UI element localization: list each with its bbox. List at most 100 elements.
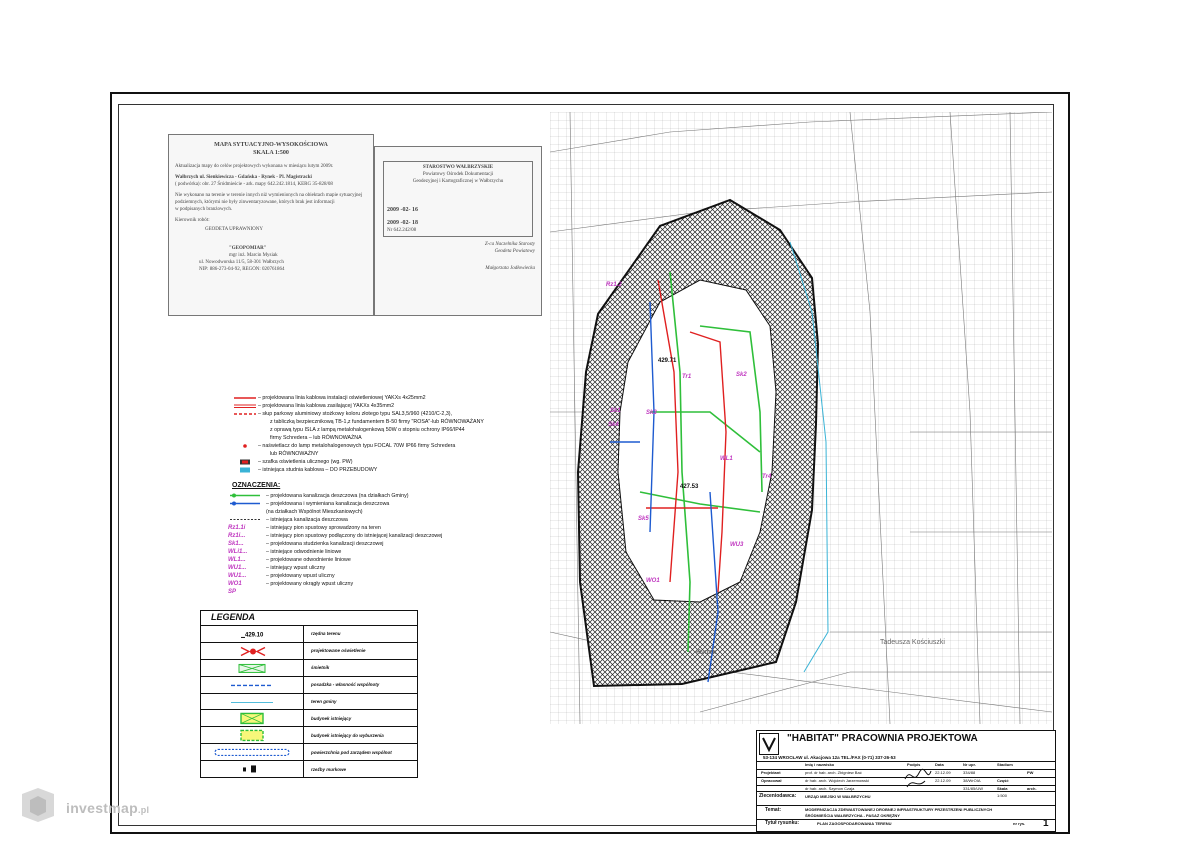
stamp-update: Aktualizacja mapy do celów projektowych … (175, 164, 334, 169)
marking-text: – istniejący pion spustowy sprowadzony n… (266, 525, 381, 531)
marking-code: WLi1... (228, 549, 248, 555)
marking-text: – projektowane odwodnienie liniowe (266, 557, 351, 563)
legend-row: rzeźby murkowe (201, 760, 417, 778)
map-label: Tr4 (762, 474, 772, 480)
marking-row: Rz1i... – istniejący pion spustowy podłąc… (228, 532, 538, 540)
row-name: dr hab. arch. Wojciech Jarzemowski (805, 778, 869, 783)
thin-blue-icon (201, 693, 304, 711)
installation-legend-row: – projektowana linia kablowa instalacji … (232, 394, 552, 402)
legend-label: projektowane oświetlenie (311, 648, 366, 654)
marking-text: – projektowany okrągły wpust uliczny (266, 581, 354, 587)
stamp-surveyor: mgr inż. Marcin Mysiak (229, 253, 278, 258)
installation-legend-row: z tabliczką bezpiecznikową TB-1,z fundam… (232, 418, 552, 426)
legend-title: LEGENDA (211, 612, 256, 622)
map-label: 427.53 (680, 484, 699, 490)
installation-legend-text: z tabliczką bezpiecznikową TB-1,z fundam… (270, 419, 484, 425)
stamp-regno: Nr 642.242/08 (387, 228, 417, 233)
row-role: Projektant (761, 770, 781, 775)
marking-row: Rz1.1i – istniejący pion spustowy sprowad… (228, 524, 538, 532)
stamp-company: GEODETA UPRAWNIONY (205, 227, 263, 232)
installation-legend-text: – projektowana linia kablowa instalacji … (258, 395, 426, 401)
installation-legend-row: z oprawą typu ISLA z lampą metalohalogen… (232, 426, 552, 434)
marking-code: WO1 (228, 581, 242, 587)
elevation-icon: 429.10 (201, 626, 304, 643)
marking-row: WU1... – istniejący wpust uliczny (228, 564, 538, 572)
installation-legend-row: – istniejąca studnia kablowa – DO PRZEBU… (232, 466, 552, 474)
marking-row: WU1... – projektowany wpust uliczny (228, 572, 538, 580)
legend-row: 429.10 rzędna terenu (201, 625, 417, 643)
map-label: Tr1 (682, 374, 692, 380)
marking-code: WU1... (228, 573, 247, 579)
dashed-rect-icon (201, 744, 304, 762)
topic-label: Temat: (765, 807, 782, 813)
stamp-date2: 2009 -02- 18 (387, 220, 418, 226)
installation-legend-text: z oprawą typu ISLA z lampą metalohalogen… (270, 427, 465, 433)
marking-code: Rz1.1i (228, 525, 246, 531)
map-label: WL1 (720, 456, 733, 462)
map-label: Sk1 (610, 408, 621, 414)
marking-code: WU1... (228, 565, 247, 571)
bin-icon (201, 659, 304, 677)
installation-legend-text: – naświetlacz do lamp metalohalogenowych… (258, 443, 456, 449)
marking-row: – projektowana i wymieniana kanalizacja … (228, 500, 538, 508)
legend-label: teren gminy (311, 698, 337, 704)
stamp-district: ( podwórka): obr. 27 Śródmieście - ark. … (175, 182, 333, 187)
marking-text: – projektowany wpust uliczny (266, 573, 335, 579)
legend-label: śmietnik (311, 665, 330, 671)
watermark-brand: investmap (66, 800, 138, 816)
row-role: Opracował (761, 778, 782, 783)
stamp-surveyor-nip: NIP: 886-273-04-92, REGON: 020761864 (199, 267, 285, 272)
installation-legend-row: – słup parkowy aluminiowy stożkowy kolor… (232, 410, 552, 418)
marking-row: SP (228, 588, 538, 596)
legend-row: projektowane oświetlenie (201, 641, 417, 660)
installation-legend-row: firmy Schredera – lub RÓWNOWAŻNA (232, 434, 552, 442)
stamp-company-name: "GEOPOMIAR" (229, 246, 267, 251)
title-block: "HABITAT" PRACOWNIA PROJEKTOWA 53-134 WR… (756, 730, 1056, 832)
marking-row: Sk1... – projektowana studzienka kanaliza… (228, 540, 538, 548)
client-name: URZĄD MIEJSKI W WAŁBRZYCHU (805, 794, 871, 799)
legend-label: rzeźby murkowe (311, 766, 347, 772)
installation-legend: – projektowana linia kablowa instalacji … (232, 394, 552, 474)
topic-line2: ŚRÓDMIEŚCIA WAŁBRZYCHA - PASAŻ OKRĘŻNY (805, 813, 900, 818)
site-plan-map: Rynek Tadeusza Kościuszki Sk2 Sk1 WL1 Tr1 Tr4 R… (550, 112, 1052, 724)
legend-label: posadzka - własność wspólnoty (311, 682, 380, 688)
map-label: Sk4 (608, 422, 619, 428)
sheet-label: nr rys. (1013, 821, 1026, 826)
installation-legend-text: – projektowana linia kablowa zasilającej… (258, 403, 395, 409)
blue-box-icon (232, 459, 258, 465)
office-logo-icon (759, 733, 779, 755)
sheet-number: 1 (1043, 818, 1049, 829)
yellow-box-icon (201, 710, 304, 728)
legend-row: powierzchnia pod zarządem wspólnot (201, 743, 417, 762)
red-line-icon (232, 395, 258, 401)
marking-text: – istniejące odwodnienie liniowe (266, 549, 342, 555)
red-dot-icon (232, 443, 258, 449)
legend-row: teren gminy (201, 692, 417, 711)
marking-row: WLi1... – istniejące odwodnienie liniowe (228, 548, 538, 556)
marking-code: SP (228, 589, 237, 595)
installation-legend-row: – szafka oświetlenia ulicznego (wg. PW) (232, 458, 552, 466)
legend-row: budynek istniejący (201, 709, 417, 728)
legend-box: LEGENDA 429.10 rzędna terenu projektowane … (200, 610, 418, 778)
legend-label: rzędna terenu (311, 631, 341, 637)
legend-label: budynek istniejący do wyburzenia (311, 732, 384, 738)
marking-row: – projektowana kanalizacja deszczowa (na… (228, 492, 538, 500)
stamp-checker: Z-ca Naczelnika Starosty (484, 242, 535, 247)
blue-dash-icon (201, 676, 304, 694)
header-name: Imię i nazwisko (805, 762, 835, 767)
legend-row: śmietnik (201, 658, 417, 677)
red-double-icon (232, 403, 258, 409)
row-stage: PW (1027, 770, 1034, 775)
legend-row: budynek istniejący do wyburzenia (201, 726, 417, 745)
row-date: 22.12.09 (935, 770, 951, 775)
row-name: prof. dr hab. arch. Zbigniew Bać (805, 770, 862, 775)
marking-text: – istniejący wpust uliczny (266, 565, 326, 571)
registration-stamp: STAROSTWO WAŁBRZYSKIE Powiatowy Ośrodek … (374, 146, 542, 316)
row-stage: Część (997, 778, 1009, 783)
signature-scribble (904, 768, 932, 788)
stamp-org2: Powiatowy Ośrodek Dokumentacji (422, 172, 494, 177)
map-label: 429.71 (658, 358, 677, 364)
marking-text: (na działkach Wspólnot Mieszkaniowych) (266, 509, 363, 515)
light-icon (201, 642, 304, 660)
map-label: WU3 (730, 542, 744, 548)
